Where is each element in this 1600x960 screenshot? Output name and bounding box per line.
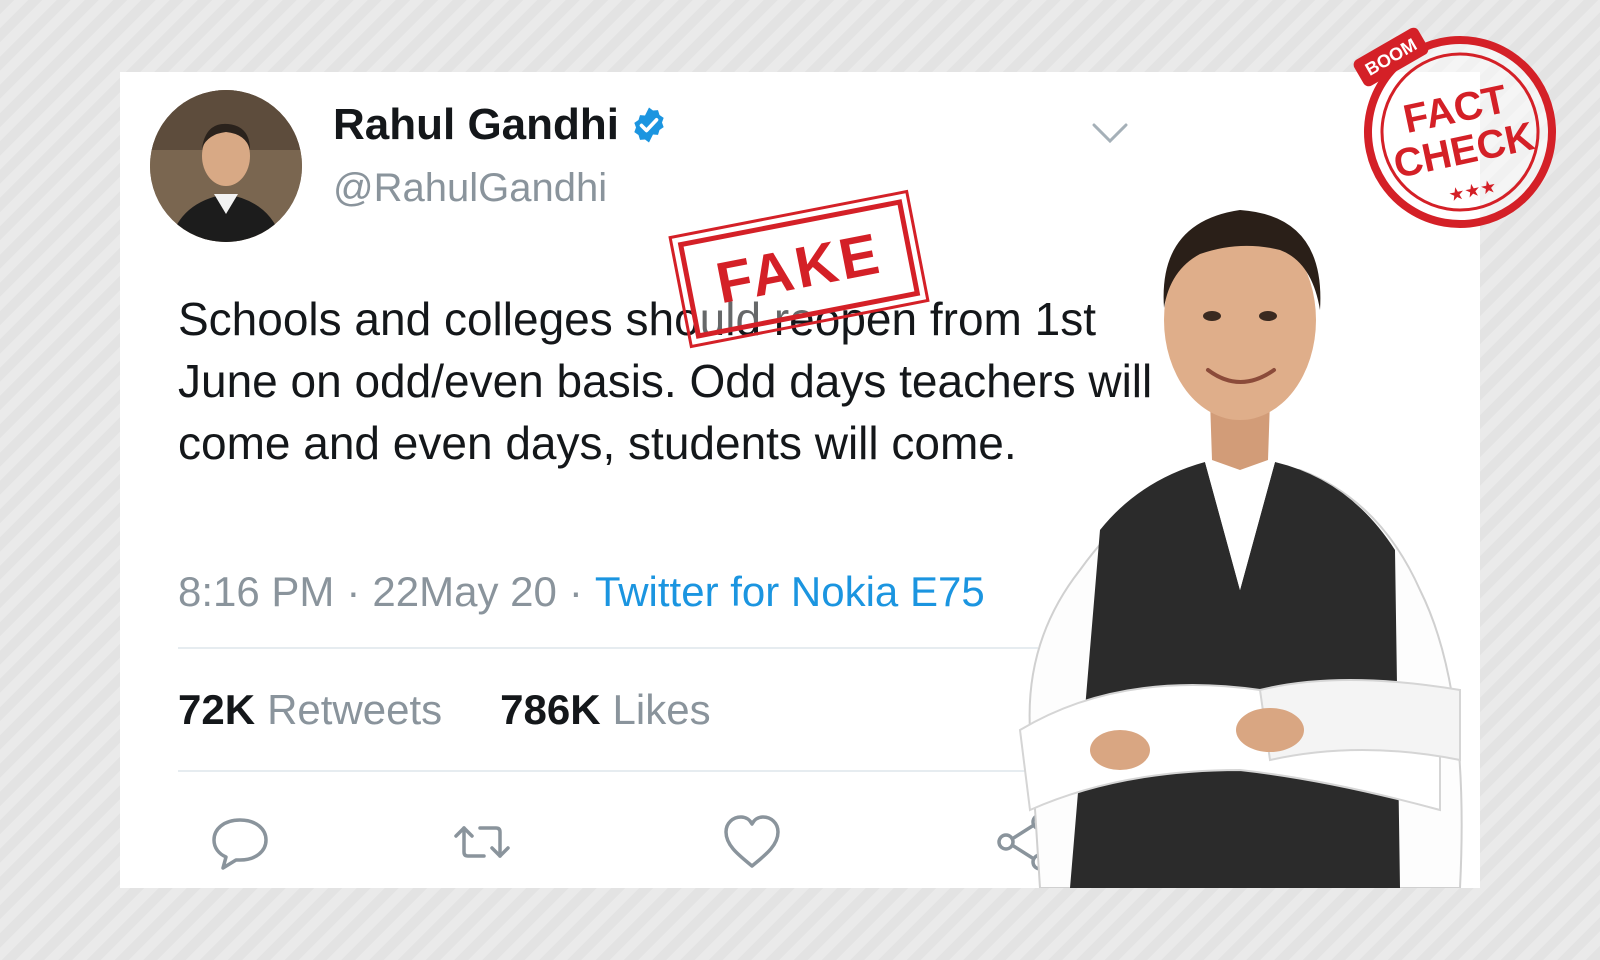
author-handle[interactable]: @RahulGandhi [333, 166, 607, 211]
author-name-row: Rahul Gandhi [333, 100, 669, 150]
chevron-down-icon[interactable] [1088, 117, 1132, 149]
verified-badge-icon [634, 107, 664, 143]
avatar-photo [150, 90, 302, 242]
meta-separator: · [568, 568, 583, 615]
person-photo [1018, 210, 1463, 888]
engagement-stats: 72K Retweets 786K Likes [178, 686, 711, 734]
author-name[interactable]: Rahul Gandhi [333, 100, 619, 150]
divider [178, 647, 1038, 649]
like-icon[interactable] [720, 810, 784, 874]
likes-label: Likes [612, 686, 711, 733]
reply-icon[interactable] [208, 810, 272, 874]
tweet-time: 8:16 PM [178, 568, 335, 615]
tweet-meta: 8:16 PM · 22May 20 · Twitter for Nokia E75 [178, 568, 985, 616]
divider [178, 770, 1138, 772]
meta-separator: · [346, 568, 361, 615]
likes-stat[interactable]: 786K Likes [500, 686, 710, 734]
retweets-count: 72K [178, 686, 256, 733]
avatar[interactable] [150, 90, 302, 242]
retweets-stat[interactable]: 72K Retweets [178, 686, 442, 734]
likes-count: 786K [500, 686, 601, 733]
tweet-date: 22May 20 [372, 568, 557, 615]
tweet-source-link[interactable]: Twitter for Nokia E75 [595, 568, 985, 615]
retweet-icon[interactable] [450, 810, 514, 874]
fact-check-stamp: FACT CHECK ★★★ BOOM [1353, 27, 1556, 228]
retweets-label: Retweets [267, 686, 443, 733]
